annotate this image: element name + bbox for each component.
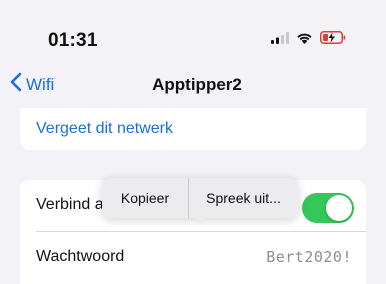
forget-network-group: Vergeet dit netwerk [20,108,366,150]
navigation-bar: Wifi Apptipper2 [0,62,386,106]
password-label: Wachtwoord [36,248,125,265]
page-title: Apptipper2 [152,75,242,94]
speak-menu-item[interactable]: Spreek uit... [189,178,298,218]
wifi-icon [296,31,313,49]
auto-join-toggle[interactable] [302,193,354,223]
wifi-network-detail-screen: 01:31 Wifi Apptipper2 Vergeet dit netwer… [0,0,386,284]
password-row[interactable]: Wachtwoord Bert2020! [20,232,366,284]
password-value[interactable]: Bert2020! [266,248,352,266]
forget-network-button[interactable]: Vergeet dit netwerk [36,120,173,138]
status-icons [271,28,346,52]
copy-menu-item[interactable]: Kopieer [102,178,188,218]
toggle-knob [326,195,352,221]
battery-charging-icon [320,31,346,49]
edit-menu: Kopieer Spreek uit... [102,178,298,218]
edit-menu-arrow [193,216,209,224]
auto-join-label: Verbind a [36,196,104,213]
status-time: 01:31 [48,30,98,51]
cellular-signal-icon [271,31,289,49]
